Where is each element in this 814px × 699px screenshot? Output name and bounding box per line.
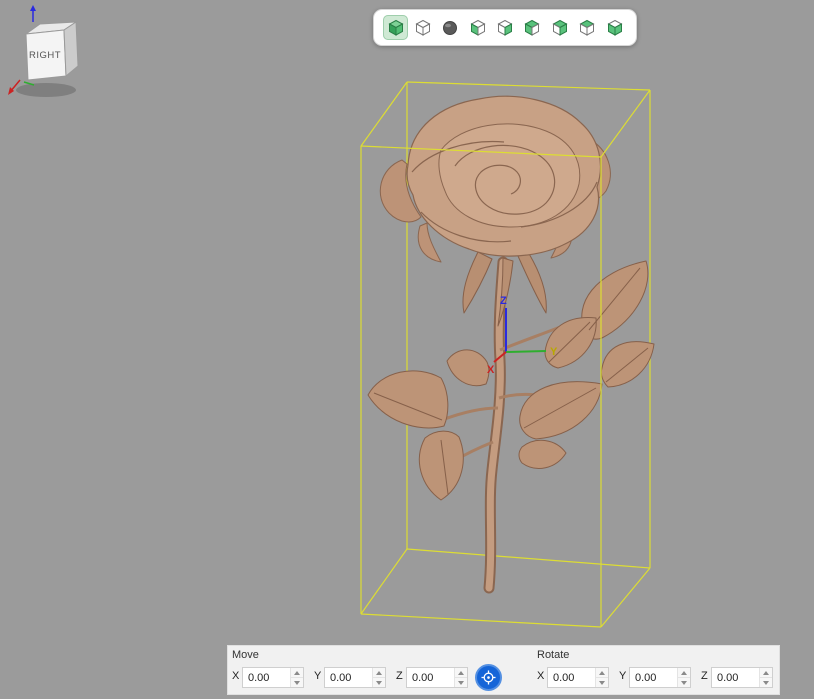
view-cube-face-label: RIGHT — [29, 50, 61, 61]
viewport-3d[interactable]: Z Y X — [0, 0, 814, 699]
rotate-z-field-wrap — [711, 667, 773, 688]
spin-up-icon[interactable] — [291, 668, 303, 678]
iso-wireframe-view-button[interactable] — [410, 15, 435, 40]
rotate-y-spinner[interactable] — [677, 668, 690, 687]
spin-down-icon[interactable] — [760, 678, 772, 687]
view-right-button[interactable] — [547, 15, 572, 40]
transform-panel: Move Rotate X Y Z — [227, 645, 780, 695]
rotate-y-field-wrap — [629, 667, 691, 688]
move-label: Move — [232, 649, 259, 661]
view-top-cube-icon — [579, 19, 595, 36]
rotate-z-label: Z — [701, 670, 708, 682]
spin-down-icon[interactable] — [291, 678, 303, 687]
spin-up-icon[interactable] — [596, 668, 608, 678]
iso-shaded-view-button[interactable] — [383, 15, 408, 40]
view-top-button[interactable] — [575, 15, 600, 40]
move-y-label: Y — [314, 670, 322, 682]
rose-model — [367, 95, 655, 594]
axis-z-label: Z — [500, 295, 507, 307]
spin-up-icon[interactable] — [373, 668, 385, 678]
view-front-cube-icon — [470, 19, 486, 36]
spin-down-icon[interactable] — [596, 678, 608, 687]
view-left-button[interactable] — [520, 15, 545, 40]
move-y-spinner[interactable] — [372, 668, 385, 687]
target-icon — [481, 670, 496, 685]
move-x-spinner[interactable] — [290, 668, 303, 687]
spin-up-icon[interactable] — [760, 668, 772, 678]
view-back-button[interactable] — [493, 15, 518, 40]
center-origin-button[interactable] — [475, 664, 502, 691]
spin-up-icon[interactable] — [678, 668, 690, 678]
axis-x-label: X — [487, 364, 495, 376]
view-bottom-cube-icon — [606, 19, 623, 36]
axis-y-label: Y — [550, 346, 558, 358]
spin-down-icon[interactable] — [455, 678, 467, 687]
move-y-field-wrap — [324, 667, 386, 688]
view-cube-shadow — [16, 83, 76, 97]
sphere-icon — [443, 20, 458, 35]
view-front-button[interactable] — [465, 15, 490, 40]
spin-down-icon[interactable] — [373, 678, 385, 687]
rotate-y-label: Y — [619, 670, 627, 682]
rotate-label: Rotate — [537, 649, 570, 661]
spin-up-icon[interactable] — [455, 668, 467, 678]
rotate-z-spinner[interactable] — [759, 668, 772, 687]
wireframe-cube-icon — [415, 19, 431, 36]
move-x-field-wrap — [242, 667, 304, 688]
sphere-view-button[interactable] — [438, 15, 463, 40]
rotate-x-field-wrap — [547, 667, 609, 688]
move-x-label: X — [232, 670, 240, 682]
move-z-label: Z — [396, 670, 403, 682]
app-window: Z Y X RIGHT Move Rotate X 0.00 Y 0.00 Z … — [0, 0, 814, 699]
view-right-cube-icon — [552, 19, 568, 36]
move-z-spinner[interactable] — [454, 668, 467, 687]
iso-shaded-cube-icon — [387, 19, 404, 36]
view-bottom-button[interactable] — [602, 15, 627, 40]
view-cube[interactable]: RIGHT — [4, 2, 90, 102]
rotate-x-spinner[interactable] — [595, 668, 608, 687]
view-toolbar — [373, 9, 637, 46]
rotate-x-label: X — [537, 670, 545, 682]
view-back-cube-icon — [497, 19, 513, 36]
move-z-field-wrap — [406, 667, 468, 688]
view-left-cube-icon — [524, 19, 540, 36]
spin-down-icon[interactable] — [678, 678, 690, 687]
